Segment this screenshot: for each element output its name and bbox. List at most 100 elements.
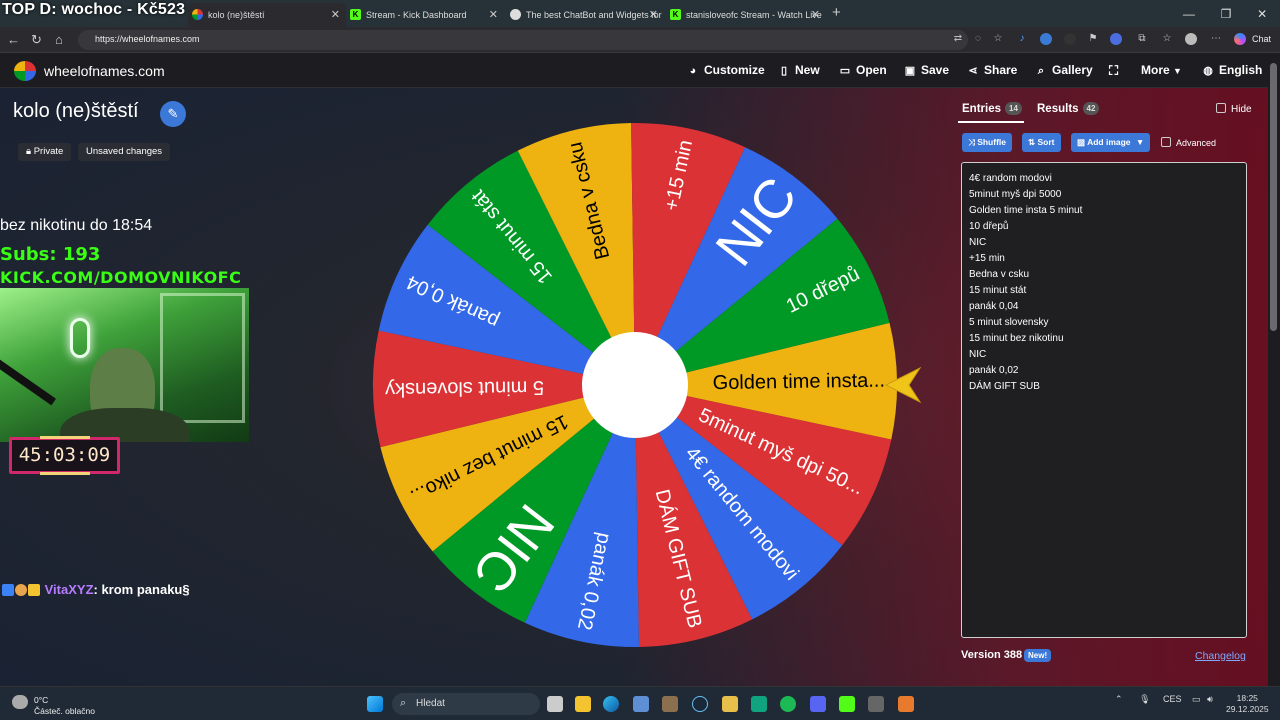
add-image-button[interactable]: ▨ Add image ▼	[1071, 133, 1151, 152]
more-menu-icon[interactable]: ⋯	[1210, 33, 1222, 45]
fullscreen-icon[interactable]: ⛶	[1109, 63, 1118, 79]
spotify-icon[interactable]	[780, 696, 796, 712]
language-indicator[interactable]: CES	[1163, 694, 1182, 704]
customize-button[interactable]: ◕ Customize	[687, 63, 765, 77]
app-icon[interactable]	[662, 696, 678, 712]
home-icon[interactable]: ⌂	[55, 32, 63, 47]
network-icon[interactable]: ▭	[1192, 694, 1201, 704]
wheel-title: kolo (ne)štěstí	[13, 100, 139, 122]
chat-message: VitaXYZ: krom panaku§	[2, 582, 190, 597]
close-icon[interactable]: ✕	[811, 8, 820, 21]
tab-kick-dashboard[interactable]: K Stream - Kick Dashboard ✕	[346, 3, 504, 27]
calculator-icon[interactable]	[868, 696, 884, 712]
extension-icon[interactable]	[1040, 33, 1052, 45]
subs-counter: Subs: 193	[0, 244, 101, 265]
favorite-star-icon[interactable]: ☆	[992, 33, 1004, 45]
profile-avatar[interactable]	[1185, 33, 1197, 45]
more-button[interactable]: More ▼	[1141, 63, 1182, 77]
chatbot-favicon-icon	[510, 9, 521, 20]
scrollbar-thumb[interactable]	[1270, 63, 1277, 331]
advanced-toggle[interactable]: Advanced	[1161, 137, 1216, 148]
extensions-puzzle-icon[interactable]: ⧉	[1136, 33, 1148, 45]
extension-icon[interactable]: ⚑	[1087, 33, 1099, 45]
chevron-down-icon: ▼	[1173, 66, 1182, 76]
file-explorer-icon[interactable]	[575, 696, 591, 712]
taskbar-search[interactable]: ⌕ Hledat	[392, 693, 540, 715]
pencil-icon: ✎	[167, 106, 179, 121]
maximize-icon[interactable]: ❐	[1221, 7, 1232, 21]
unsaved-changes-chip: Unsaved changes	[78, 143, 171, 161]
changelog-link[interactable]: Changelog	[1195, 650, 1246, 662]
windows-start-icon[interactable]	[367, 696, 383, 712]
close-icon[interactable]: ✕	[489, 8, 498, 21]
chat-button[interactable]: Chat	[1252, 34, 1271, 44]
kick-favicon-icon: K	[670, 9, 681, 20]
wheel-center[interactable]	[582, 332, 688, 438]
extension-icon[interactable]: ♪	[1016, 33, 1028, 45]
edit-title-button[interactable]: ✎	[160, 101, 186, 127]
save-button[interactable]: ▣ Save	[904, 63, 949, 77]
entry-line: 10 dřepů	[969, 221, 1009, 232]
chatgpt-icon[interactable]	[751, 696, 767, 712]
volume-icon[interactable]: 🔊︎	[1207, 694, 1213, 704]
new-button[interactable]: ▯ New	[778, 63, 820, 77]
url-field[interactable]: https://wheelofnames.com	[78, 30, 968, 50]
reader-icon[interactable]: ◌	[972, 33, 984, 45]
privacy-chip[interactable]: 🔒︎ Private	[18, 143, 72, 161]
entry-line: 15 minut stát	[969, 285, 1027, 296]
checkbox[interactable]	[1216, 103, 1226, 113]
share-button[interactable]: ⋖ Share	[967, 63, 1017, 77]
entry-line: 5minut myš dpi 5000	[969, 189, 1062, 200]
wheel-segment-label: Golden time insta...	[713, 370, 886, 395]
close-icon[interactable]: ✕	[331, 8, 340, 21]
copilot-icon[interactable]	[1234, 33, 1246, 45]
reload-icon[interactable]: ↻	[31, 32, 42, 48]
wheel[interactable]: Golden time insta...5minut myš dpi 50...…	[370, 120, 930, 660]
url-text: https://wheelofnames.com	[95, 34, 200, 44]
close-window-icon[interactable]: ✕	[1257, 7, 1267, 21]
app-icon[interactable]	[722, 696, 738, 712]
steam-icon[interactable]	[692, 696, 708, 712]
tab-entries[interactable]: Entries 14	[962, 102, 1022, 115]
window-controls: — ❐ ✕	[1170, 0, 1280, 27]
back-icon[interactable]: ←	[7, 32, 20, 47]
clock[interactable]: 18:25 29.12.2025	[1226, 693, 1269, 715]
collections-icon[interactable]: ☆	[1161, 33, 1173, 45]
new-tab-icon[interactable]: +	[832, 4, 841, 21]
weather-widget[interactable]: 0°C Částeč. oblačno	[12, 693, 95, 717]
wheelofnames-logo-icon[interactable]	[14, 61, 36, 81]
task-view-icon[interactable]	[547, 696, 563, 712]
close-icon[interactable]: ✕	[649, 8, 658, 21]
shuffle-button[interactable]: ⤨ Shuffle	[962, 133, 1012, 152]
store-icon[interactable]	[633, 696, 649, 712]
hide-toggle[interactable]: Hide	[1216, 103, 1252, 115]
discord-icon[interactable]	[810, 696, 826, 712]
version-label: Version 388	[961, 649, 1023, 661]
sort-button[interactable]: ⇅ Sort	[1022, 133, 1061, 152]
site-name[interactable]: wheelofnames.com	[44, 63, 165, 79]
lock-icon: 🔒︎	[26, 146, 32, 157]
entry-line: NIC	[969, 237, 987, 248]
edge-icon[interactable]	[603, 696, 619, 712]
entries-panel: Entries 14 Results 42 Hide ⤨ Shuffle ⇅ Sor…	[950, 88, 1268, 674]
entries-textarea[interactable]: 4€ random modovi 5minut myš dpi 5000 Golde…	[961, 162, 1247, 638]
tab-chatbot[interactable]: The best ChatBot and Widgets for ✕	[506, 3, 664, 27]
tab-label: kolo (ne)štěstí	[208, 10, 265, 20]
microphone-icon[interactable]: 🎙︎	[1139, 694, 1150, 704]
tab-wheel-of-names[interactable]: kolo (ne)štěstí ✕	[188, 3, 346, 27]
tab-kick-stream[interactable]: K stanisloveofc Stream - Watch Live ✕	[666, 3, 826, 27]
extension-icon[interactable]	[1064, 33, 1076, 45]
minimize-icon[interactable]: —	[1183, 7, 1195, 21]
checkbox[interactable]	[1161, 137, 1171, 147]
app-icon[interactable]	[839, 696, 855, 712]
gallery-button[interactable]: ⌕ Gallery	[1035, 63, 1093, 78]
tab-label: The best ChatBot and Widgets for	[526, 10, 662, 20]
app-icon[interactable]	[898, 696, 914, 712]
translate-icon[interactable]: ⇄	[952, 33, 964, 45]
tab-results[interactable]: Results 42	[1037, 102, 1100, 115]
chevron-up-icon[interactable]: ⌃	[1115, 694, 1123, 704]
entry-line: 4€ random modovi	[969, 173, 1052, 184]
extension-icon[interactable]	[1110, 33, 1122, 45]
language-button[interactable]: ◍ English	[1202, 63, 1262, 77]
open-button[interactable]: ▭ Open	[839, 63, 887, 77]
